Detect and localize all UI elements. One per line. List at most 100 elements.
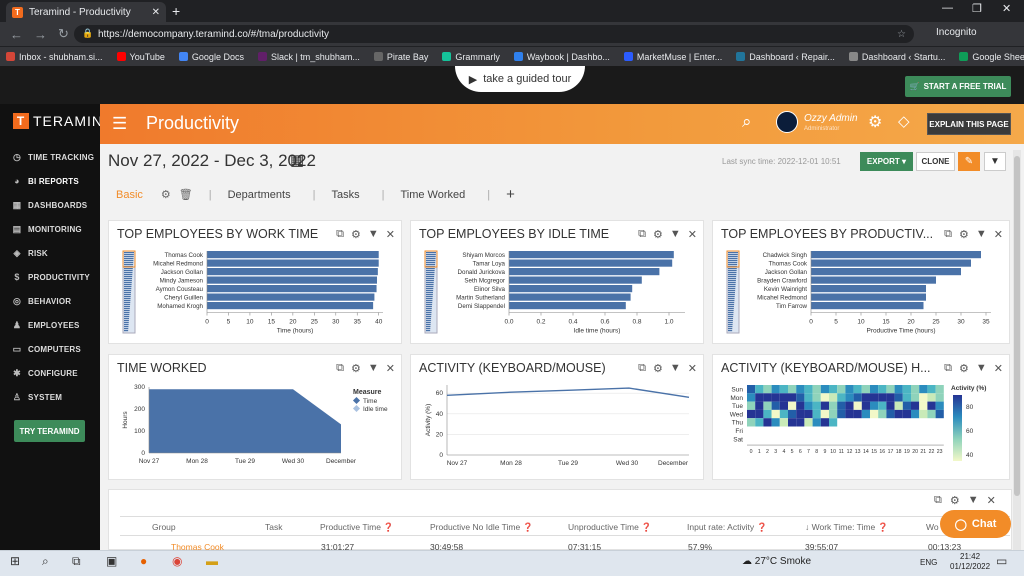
window-close-icon[interactable]: ✕ [1002, 2, 1011, 15]
close-tab-icon[interactable]: ✕ [152, 7, 160, 18]
column-header[interactable]: Productive Time ❓ [320, 522, 394, 533]
forward-icon[interactable]: → [34, 27, 48, 42]
start-free-trial-button[interactable]: 🛒 START A FREE TRIAL [905, 76, 1011, 97]
column-header[interactable]: Group [152, 522, 176, 532]
sidebar-item-bi-reports[interactable]: ◕ BI REPORTS [12, 176, 79, 186]
sidebar-item-time-tracking[interactable]: ◷ TIME TRACKING [12, 152, 94, 163]
bookmark-item[interactable]: Dashboard ‹ Repair... [736, 52, 835, 62]
minimap-bar [728, 294, 735, 296]
bookmark-item[interactable]: Dashboard ‹ Startu... [848, 52, 945, 62]
copy-icon[interactable]: ⧉ [934, 494, 942, 507]
back-icon[interactable]: ← [10, 27, 24, 42]
windows-start-icon[interactable]: ⊞ [10, 554, 20, 568]
x-axis-label: Idle time (hours) [574, 328, 621, 335]
taskbar-search-icon[interactable]: ⌕ [42, 554, 49, 569]
chat-button[interactable]: ◯ Chat [940, 510, 1011, 538]
task-view-icon[interactable]: ⧉ [72, 554, 81, 569]
search-icon[interactable]: ⌕ [742, 112, 752, 132]
tab-basic[interactable]: Basic [116, 189, 143, 201]
calendar-icon[interactable]: ▦ [290, 151, 304, 169]
bookmark-item[interactable]: Google Docs [178, 52, 244, 62]
sidebar-item-computers[interactable]: ▭ COMPUTERS [12, 344, 81, 355]
close-icon[interactable]: ✕ [987, 494, 996, 507]
heat-cell [911, 393, 920, 402]
weather-widget[interactable]: ☁ 27°C Smoke [742, 556, 811, 567]
firefox-icon[interactable]: ● [140, 554, 147, 568]
sidebar-item-dashboards[interactable]: ▦ DASHBOARDS [12, 200, 88, 211]
sidebar-item-employees[interactable]: ♟ EMPLOYEES [12, 320, 80, 331]
new-tab-icon[interactable]: + [172, 3, 180, 19]
alert-diamond-icon[interactable]: ◇ [898, 112, 910, 130]
tab-tasks[interactable]: Tasks [331, 189, 359, 201]
user-name[interactable]: Ozzy Admin [804, 113, 858, 124]
bookmark-item[interactable]: Pirate Bay [373, 52, 428, 62]
heat-cell [837, 401, 846, 410]
minimize-icon[interactable]: — [942, 2, 953, 14]
sidebar-item-behavior[interactable]: ◎ BEHAVIOR [12, 296, 71, 307]
settings-gear-icon[interactable]: ⚙ [950, 494, 960, 507]
url-input[interactable]: 🔒 https://democompany.teramind.co/#/tma/… [74, 25, 914, 43]
bookmark-item[interactable]: MarketMuse | Enter... [623, 52, 722, 62]
bookmark-item[interactable]: YouTube [116, 52, 165, 62]
sidebar-item-configure[interactable]: ✱ CONFIGURE [12, 368, 78, 379]
try-teramind-button[interactable]: TRY TERAMIND [14, 420, 85, 442]
column-header[interactable]: Task [265, 522, 282, 532]
edit-pencil-icon[interactable]: ✎ [958, 152, 980, 171]
column-header[interactable]: ↓ Work Time: Time ❓ [805, 522, 888, 533]
sidebar-item-monitoring[interactable]: ▤ MONITORING [12, 224, 82, 235]
settings-gear-icon[interactable]: ⚙ [868, 112, 882, 132]
taskbar-app-icon[interactable]: ▣ [106, 554, 117, 568]
tab-departments[interactable]: Departments [228, 189, 291, 201]
date-range[interactable]: Nov 27, 2022 - Dec 3, 2022 [108, 151, 316, 171]
tab-settings-icon[interactable]: ⚙ [161, 188, 171, 201]
filter-icon[interactable]: ▼ [968, 494, 979, 507]
column-header[interactable]: Wo [926, 522, 939, 532]
minimap-bar [728, 324, 733, 326]
heat-cell [878, 393, 887, 402]
maximize-icon[interactable]: ❐ [972, 2, 982, 15]
hamburger-menu-icon[interactable]: ☰ [112, 114, 127, 134]
bar [811, 293, 926, 301]
column-header[interactable]: Input rate: Activity ❓ [687, 522, 767, 533]
bookmark-star-icon[interactable]: ☆ [897, 29, 906, 40]
sidebar-item-risk[interactable]: ◈ RISK [12, 248, 48, 259]
browser-tab[interactable]: T Teramind - Productivity ✕ [6, 2, 166, 22]
x-tick-label: 5 [227, 319, 231, 326]
filter-icon[interactable]: ▼ [984, 152, 1006, 171]
x-tick-label: 1.0 [664, 319, 673, 326]
explain-page-button[interactable]: EXPLAIN THIS PAGE [927, 113, 1011, 135]
minimap-bar [426, 310, 432, 312]
sidebar-item-system[interactable]: ♙ SYSTEM [12, 392, 62, 403]
notification-icon[interactable]: ▭ [996, 554, 1007, 568]
system-clock[interactable]: 21:42 01/12/2022 [950, 552, 990, 572]
clone-button[interactable]: CLONE [916, 152, 955, 171]
guided-tour-button[interactable]: ▶ take a guided tour [455, 66, 585, 92]
x-tick-label: Nov 27 [139, 458, 160, 465]
bookmark-item[interactable]: Slack | tm_shubham... [257, 52, 360, 62]
file-explorer-icon[interactable]: ▬ [206, 554, 218, 568]
bookmark-item[interactable]: Grammarly [442, 52, 500, 62]
minimap-bar [426, 286, 434, 288]
bookmark-item[interactable]: Inbox - shubham.si... [6, 52, 103, 62]
reload-icon[interactable]: ↻ [58, 26, 72, 42]
top-productive-chart: Chadwick Singh Thomas CookJackson Gollan B… [726, 250, 991, 335]
column-header[interactable]: Productive No Idle Time ❓ [430, 522, 533, 533]
avatar[interactable] [776, 111, 798, 133]
sidebar-item-productivity[interactable]: $ PRODUCTIVITY [12, 272, 90, 282]
column-header[interactable]: Unproductive Time ❓ [568, 522, 652, 533]
language-indicator[interactable]: ENG [920, 558, 937, 567]
teramind-logo[interactable]: T TERAMIND [13, 113, 114, 129]
tab-delete-icon[interactable]: 🗑 [179, 188, 193, 201]
sidebar-item-label: COMPUTERS [28, 345, 81, 354]
page-scrollbar[interactable] [1013, 150, 1021, 550]
sidebar-item-label: BI REPORTS [28, 176, 79, 186]
bookmark-item[interactable]: Waybook | Dashbo... [513, 52, 610, 62]
add-tab-icon[interactable]: + [506, 186, 515, 203]
export-button[interactable]: EXPORT ▾ [860, 152, 913, 171]
heat-cell [861, 409, 870, 419]
tab-time-worked[interactable]: Time Worked [400, 189, 465, 201]
incognito-badge[interactable]: Incognito [936, 27, 977, 38]
scrollbar-thumb[interactable] [1014, 156, 1020, 496]
chrome-icon[interactable]: ◉ [172, 554, 182, 568]
bookmark-item[interactable]: Google Sheets [959, 52, 1024, 62]
